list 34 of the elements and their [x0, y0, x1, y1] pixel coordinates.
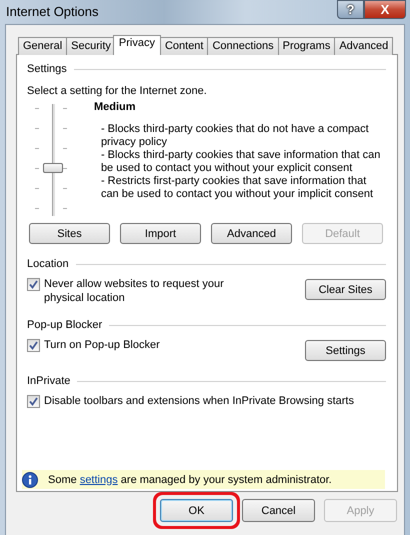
checkbox-label: Never allow websites to request your physical location [44, 277, 225, 305]
zone-button[interactable]: Advanced [211, 223, 292, 244]
description-text: - Blocks third-party cookies that save information that can be used to contact you without your explicit consent [100, 149, 382, 175]
tab[interactable]: Security [66, 37, 116, 55]
tab[interactable]: Advanced [334, 37, 394, 55]
slider-thumb[interactable] [43, 163, 63, 173]
checkbox-label: Disable toolbars and extensions when InPrivate Browsing starts [44, 394, 354, 408]
info-icon [22, 472, 38, 488]
section-button[interactable]: Clear Sites [305, 279, 386, 300]
checkbox[interactable] [27, 278, 40, 291]
section-button[interactable]: Settings [305, 340, 386, 361]
prompt-text: Select a setting for the Internet zone. [27, 85, 208, 97]
zone-button[interactable]: Sites [29, 223, 110, 244]
description-text: - Restricts first-party cookies that save information that can be used to contact you without your implicit consent [100, 175, 374, 201]
group-heading: Pop-up Blocker [27, 319, 102, 331]
group-heading: InPrivate [27, 375, 70, 387]
dialog-button[interactable]: Cancel [242, 499, 315, 522]
checkbox[interactable] [27, 395, 40, 408]
tab[interactable]: Connections [207, 37, 279, 55]
zone-button[interactable]: Import [120, 223, 201, 244]
group-heading: Location [27, 258, 69, 270]
window-title: Internet Options [6, 4, 100, 19]
checkbox-label: Turn on Pop-up Blocker [44, 338, 160, 352]
group-heading: Settings [27, 63, 67, 75]
tab[interactable]: Privacy [112, 35, 161, 55]
settings-link[interactable]: settings [80, 474, 118, 486]
level-name: Medium [94, 101, 136, 113]
description-text: - Blocks third-party cookies that do not have a compact privacy policy [100, 123, 370, 149]
tab[interactable]: Programs [278, 37, 336, 55]
info-text: Some settings are managed by your system administrator. [48, 474, 332, 486]
checkbox[interactable] [27, 339, 40, 352]
close-button[interactable]: X [364, 0, 406, 19]
tab[interactable]: General [18, 37, 68, 55]
tab[interactable]: Content [160, 37, 208, 55]
